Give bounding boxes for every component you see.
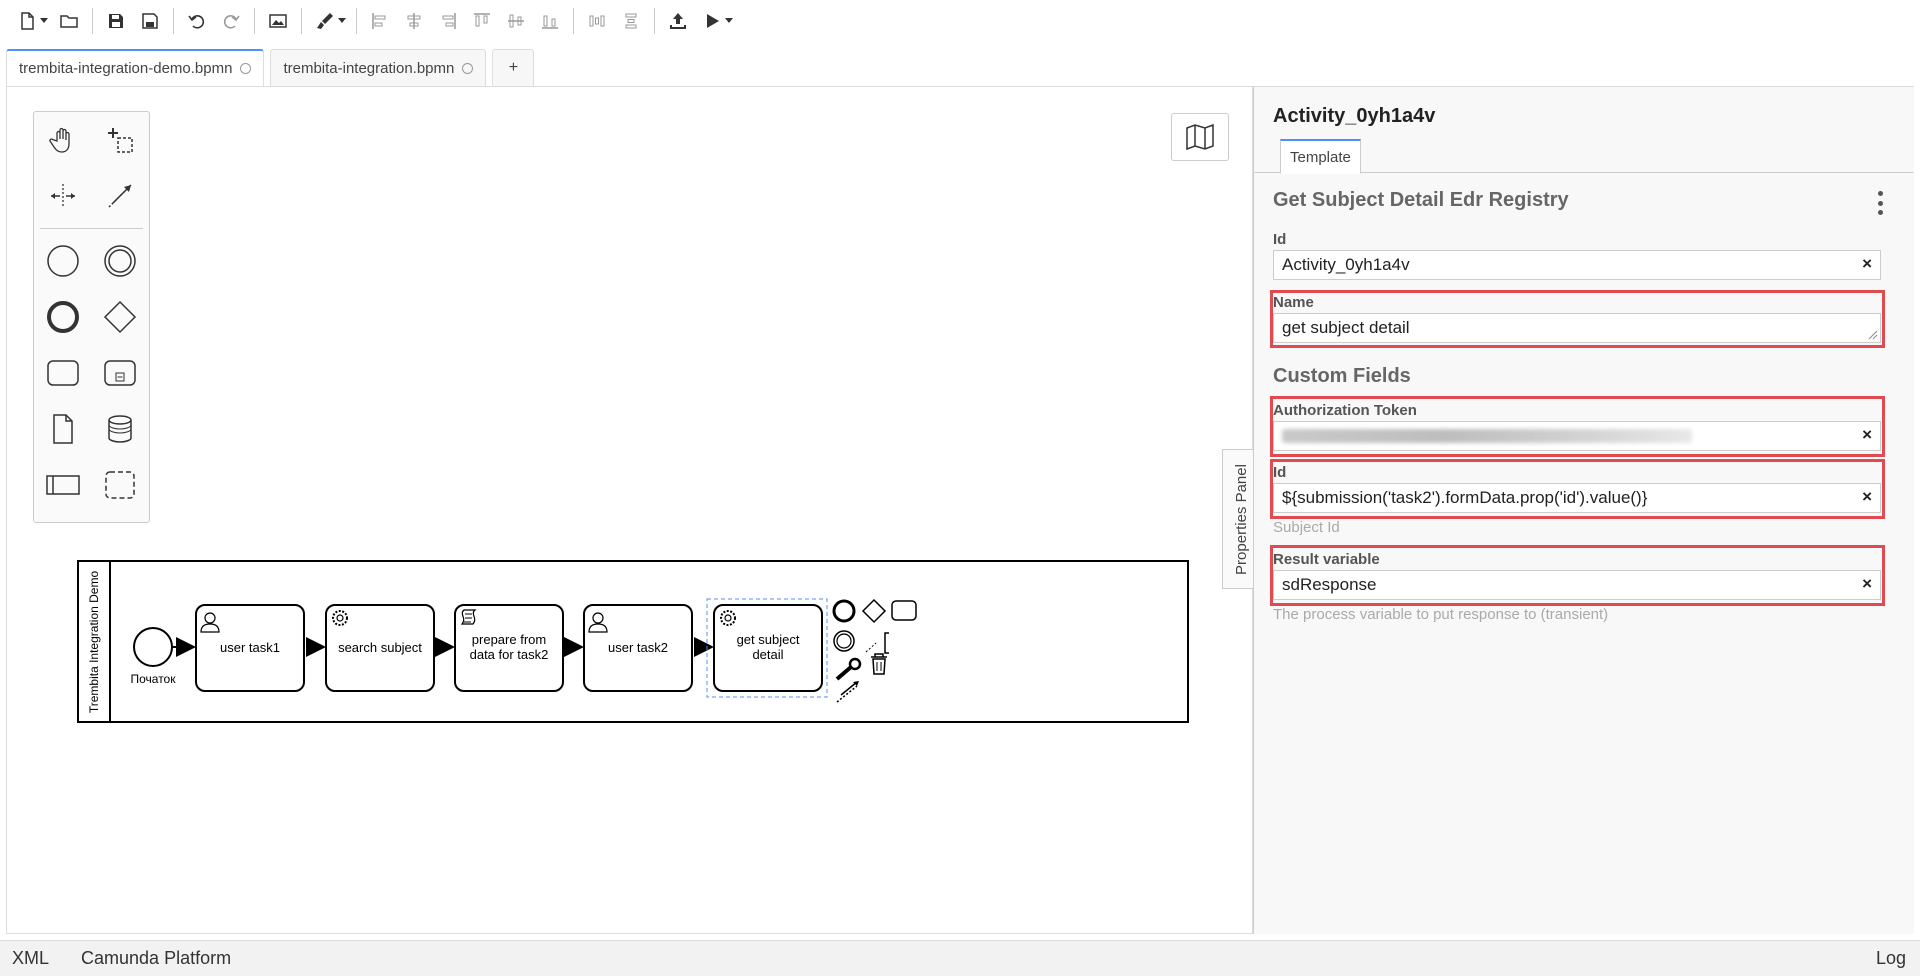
status-bar: XML Camunda Platform Log xyxy=(0,940,1920,976)
id-value: Activity_0yh1a4v xyxy=(1282,255,1410,274)
save-icon[interactable] xyxy=(99,5,133,37)
clear-result-variable-icon[interactable]: × xyxy=(1862,574,1872,594)
start-event[interactable]: Початок xyxy=(131,627,177,686)
align-right-icon[interactable] xyxy=(431,5,465,37)
redacted-token xyxy=(1282,429,1692,443)
align-top-icon[interactable] xyxy=(465,5,499,37)
tab-template[interactable]: Template xyxy=(1280,139,1361,174)
chevron-down-icon[interactable] xyxy=(36,5,52,37)
toolbar-divider xyxy=(573,8,574,34)
tab-trembita-integration-demo[interactable]: trembita-integration-demo.bpmn xyxy=(6,49,265,86)
element-title: Activity_0yh1a4v xyxy=(1273,105,1436,127)
unsaved-indicator-icon[interactable] xyxy=(462,62,474,74)
result-variable-label: Result variable xyxy=(1273,551,1380,568)
task-label: user task1 xyxy=(220,640,280,655)
clear-id-icon[interactable]: × xyxy=(1862,254,1872,274)
xml-view-button[interactable]: XML xyxy=(12,948,49,969)
subject-id-description: Subject Id xyxy=(1273,519,1340,536)
chevron-down-icon[interactable] xyxy=(334,5,350,37)
task-get-subject-detail[interactable]: get subject detail xyxy=(706,598,828,698)
name-label: Name xyxy=(1273,294,1314,311)
result-variable-value: sdResponse xyxy=(1282,575,1377,594)
template-name: Get Subject Detail Edr Registry xyxy=(1273,189,1569,211)
name-value: get subject detail xyxy=(1282,318,1410,337)
pool-label: Trembita Integration Demo xyxy=(87,571,101,714)
append-task-icon[interactable] xyxy=(891,600,917,621)
toolbar-divider xyxy=(254,8,255,34)
result-variable-input[interactable]: sdResponse × xyxy=(1273,570,1881,600)
toolbar-divider xyxy=(356,8,357,34)
start-event-label: Початок xyxy=(131,672,177,686)
authorization-token-field: Authorization Token × xyxy=(1273,402,1881,451)
distribute-horizontal-icon[interactable] xyxy=(580,5,614,37)
name-textarea[interactable]: get subject detail xyxy=(1273,313,1881,343)
save-as-icon[interactable] xyxy=(133,5,167,37)
deploy-icon[interactable] xyxy=(661,5,695,37)
distribute-vertical-icon[interactable] xyxy=(614,5,648,37)
unsaved-indicator-icon[interactable] xyxy=(240,63,252,74)
result-variable-field: Result variable sdResponse × The process… xyxy=(1273,551,1881,623)
task-user-task1[interactable]: user task1 xyxy=(195,604,305,692)
toolbar-divider xyxy=(654,8,655,34)
export-image-icon[interactable] xyxy=(261,5,295,37)
task-label-line2: data for task2 xyxy=(470,647,549,662)
align-bottom-icon[interactable] xyxy=(533,5,567,37)
custom-fields-title: Custom Fields xyxy=(1273,365,1411,387)
subject-id-input[interactable]: ${submission('task2').formData.prop('id'… xyxy=(1273,483,1881,513)
id-field: Id Activity_0yh1a4v × xyxy=(1273,231,1881,280)
properties-panel: Activity_0yh1a4v Template Get Subject De… xyxy=(1253,86,1914,934)
align-center-icon[interactable] xyxy=(397,5,431,37)
subject-id-field: Id ${submission('task2').formData.prop('… xyxy=(1273,464,1881,536)
toolbar-divider xyxy=(301,8,302,34)
task-label-line1: prepare from xyxy=(472,632,546,647)
result-variable-description: The process variable to put response to … xyxy=(1273,606,1609,623)
file-tabs: trembita-integration-demo.bpmn trembita-… xyxy=(6,48,540,86)
tab-label: trembita-integration.bpmn xyxy=(283,59,455,77)
tab-label: trembita-integration-demo.bpmn xyxy=(19,60,233,77)
task-label: search subject xyxy=(338,640,422,655)
align-middle-icon[interactable] xyxy=(499,5,533,37)
task-prepare-from-data[interactable]: prepare from data for task2 xyxy=(454,604,564,692)
clear-subject-id-icon[interactable]: × xyxy=(1862,487,1872,507)
task-label: user task2 xyxy=(608,640,668,655)
properties-panel-label: Properties Panel xyxy=(1233,463,1250,575)
toolbar-divider xyxy=(92,8,93,34)
clear-token-icon[interactable]: × xyxy=(1862,425,1872,445)
task-search-subject[interactable]: search subject xyxy=(325,604,435,692)
name-field: Name get subject detail xyxy=(1273,294,1881,343)
toolbar-divider xyxy=(173,8,174,34)
authorization-token-input[interactable]: × xyxy=(1273,421,1881,451)
undo-icon[interactable] xyxy=(180,5,214,37)
align-left-icon[interactable] xyxy=(363,5,397,37)
redo-icon[interactable] xyxy=(214,5,248,37)
chevron-down-icon[interactable] xyxy=(721,5,737,37)
append-end-event-icon[interactable] xyxy=(832,599,856,623)
subject-id-value: ${submission('task2').formData.prop('id'… xyxy=(1282,488,1648,507)
log-toggle-button[interactable]: Log xyxy=(1876,948,1906,969)
id-input[interactable]: Activity_0yh1a4v × xyxy=(1273,250,1881,280)
authorization-token-label: Authorization Token xyxy=(1273,402,1417,419)
task-user-task2[interactable]: user task2 xyxy=(583,604,693,692)
platform-selector[interactable]: Camunda Platform xyxy=(81,948,231,969)
task-label-line1: get subject xyxy=(737,632,800,647)
panel-tabbar: Template xyxy=(1254,139,1914,174)
bpmn-diagram: Trembita Integration Demo Початок user t… xyxy=(77,560,1189,723)
task-label-line2: detail xyxy=(752,647,783,662)
toolbar xyxy=(0,0,1920,42)
id-label: Id xyxy=(1273,231,1287,248)
more-options-icon[interactable] xyxy=(1872,191,1888,215)
add-tab-button[interactable]: + xyxy=(492,49,535,86)
subject-id-label: Id xyxy=(1273,464,1287,481)
resize-handle-icon[interactable] xyxy=(1868,330,1878,340)
tab-trembita-integration[interactable]: trembita-integration.bpmn xyxy=(270,49,487,86)
open-folder-icon[interactable] xyxy=(52,5,86,37)
diagram-canvas[interactable]: Trembita Integration Demo Початок user t… xyxy=(6,86,1260,934)
